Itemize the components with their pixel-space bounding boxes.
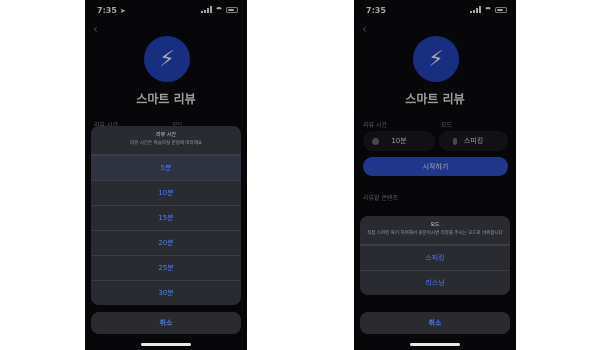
home-indicator xyxy=(410,343,460,346)
option-10-min[interactable]: 10분 xyxy=(91,179,241,205)
option-20-min[interactable]: 20분 xyxy=(91,229,241,255)
option-15-min[interactable]: 15분 xyxy=(91,204,241,230)
home-indicator xyxy=(141,343,191,346)
option-30-min[interactable]: 30분 xyxy=(91,279,241,305)
sheet-title: 모드 xyxy=(430,222,440,228)
review-time-action-sheet: 리뷰 시간 리뷰 시간은 복습하실 분량에 따라해요 5분 10분 15분 20… xyxy=(91,126,241,305)
sheet-message: 직접 스피킹 복기 하며해서 원문이시면 리뷰를 주시는 모드로 바뀌합니다 xyxy=(367,231,503,236)
cancel-button[interactable]: 취소 xyxy=(360,312,510,334)
modal-backdrop[interactable] xyxy=(354,0,516,350)
phone-screen-mode: 7:35 ‹ ⚡ 스마트 리뷰 리뷰 시간 모드 10분 스피킹 시작하기 리뷰… xyxy=(354,0,516,350)
option-25-min[interactable]: 25분 xyxy=(91,254,241,280)
option-listening[interactable]: 리스닝 xyxy=(360,269,510,295)
phone-screen-review-time: 7:35 ➤ ‹ ⚡ 스마트 리뷰 리뷰 시간 모드 리뷰 시간 리뷰 시간은 … xyxy=(85,0,247,350)
option-5-min[interactable]: 5분 xyxy=(91,154,241,180)
cancel-button[interactable]: 취소 xyxy=(91,312,241,334)
sheet-message: 리뷰 시간은 복습하실 분량에 따라해요 xyxy=(130,141,202,146)
mode-action-sheet: 모드 직접 스피킹 복기 하며해서 원문이시면 리뷰를 주시는 모드로 바뀌합니… xyxy=(360,216,510,295)
option-speaking[interactable]: 스피킹 xyxy=(360,244,510,270)
sheet-title: 리뷰 시간 xyxy=(156,132,176,138)
